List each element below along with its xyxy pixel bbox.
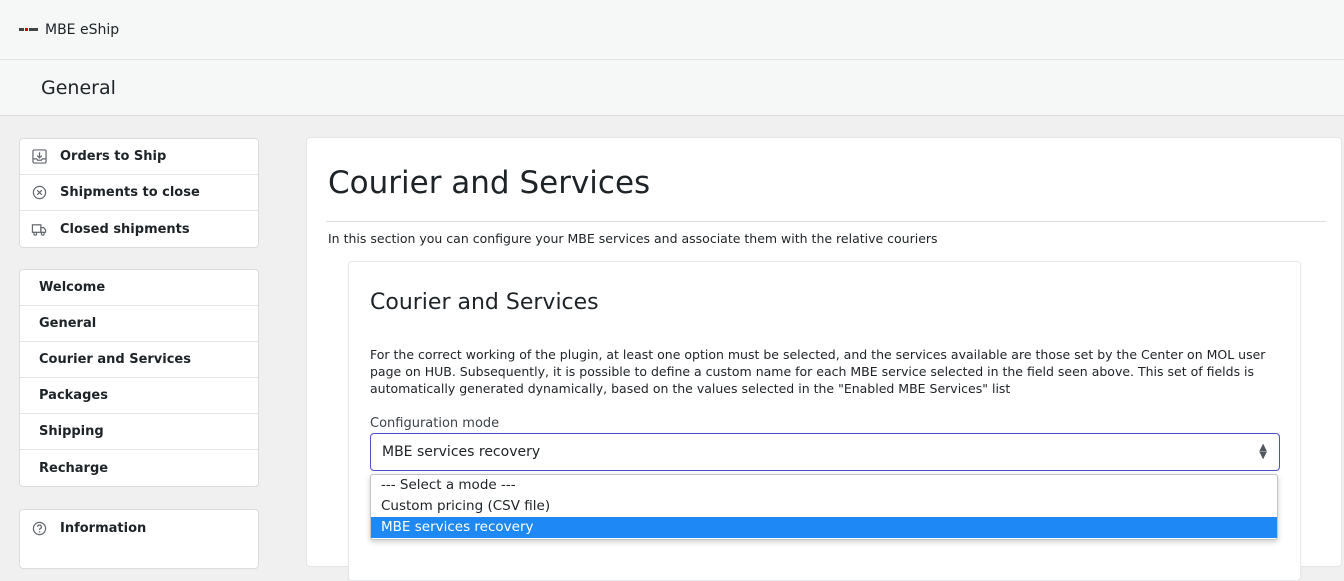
sidebar-item-label: Shipments to close [60, 185, 200, 200]
sidebar-item-general[interactable]: General [20, 306, 258, 342]
sidebar-item-courier-and-services[interactable]: Courier and Services [20, 342, 258, 378]
select-arrows-icon: ▲ ▼ [1259, 442, 1267, 461]
config-mode-select[interactable]: MBE services recovery ▲ ▼ [370, 433, 1280, 471]
sidebar-item-welcome[interactable]: Welcome [20, 270, 258, 306]
option-select-a-mode[interactable]: --- Select a mode --- [371, 475, 1277, 496]
inbox-download-icon [31, 149, 47, 165]
top-bar: MBE eShip [0, 0, 1344, 60]
sidebar-item-label: Information [60, 520, 147, 536]
sidebar-info-group: Information [19, 509, 259, 569]
sidebar-item-closed-shipments[interactable]: Closed shipments [20, 211, 258, 247]
divider [326, 221, 1326, 222]
config-mode-selected-value: MBE services recovery [382, 444, 541, 460]
config-mode-dropdown: --- Select a mode --- Custom pricing (CS… [370, 474, 1278, 540]
option-custom-pricing[interactable]: Custom pricing (CSV file) [371, 496, 1277, 517]
intro-text: In this section you can configure your M… [328, 231, 938, 246]
sidebar-config-group: Welcome General Courier and Services Pac… [19, 269, 259, 487]
section-heading: Courier and Services [370, 290, 599, 315]
mbe-logo-icon [19, 28, 38, 31]
app-title[interactable]: MBE eShip [45, 22, 119, 38]
option-mbe-services-recovery[interactable]: MBE services recovery [371, 517, 1277, 538]
sidebar-item-packages[interactable]: Packages [20, 378, 258, 414]
section-description: For the correct working of the plugin, a… [370, 347, 1266, 396]
question-circle-icon [31, 520, 47, 536]
main-heading: Courier and Services [328, 165, 651, 201]
page-header: General [0, 60, 1344, 116]
sidebar-item-orders-to-ship[interactable]: Orders to Ship [20, 139, 258, 175]
page-title: General [41, 77, 116, 99]
sidebar-item-recharge[interactable]: Recharge [20, 450, 258, 486]
circle-x-icon [31, 185, 47, 201]
sidebar-shipping-group: Orders to Ship Shipments to close Closed… [19, 138, 259, 248]
sidebar-item-shipments-to-close[interactable]: Shipments to close [20, 175, 258, 211]
sidebar-item-label: Orders to Ship [60, 149, 167, 164]
sidebar-item-shipping[interactable]: Shipping [20, 414, 258, 450]
truck-icon [31, 221, 47, 237]
config-mode-label: Configuration mode [370, 416, 500, 431]
sidebar-item-label: Closed shipments [60, 221, 190, 237]
sidebar-item-information[interactable]: Information [20, 510, 258, 546]
